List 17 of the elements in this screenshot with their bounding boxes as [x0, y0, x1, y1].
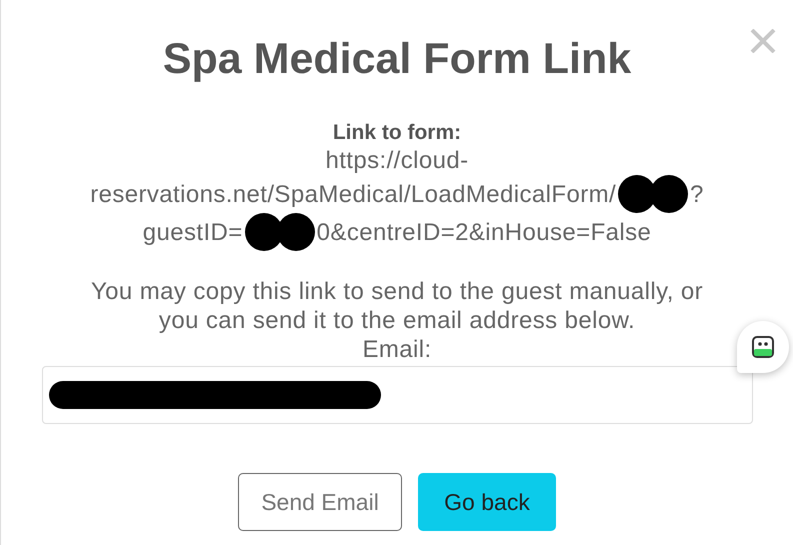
- message-text: you can send it to the email address below.: [158, 306, 636, 335]
- email-field[interactable]: [42, 366, 752, 424]
- message-text: You may copy this link to send to the guest manually, or: [90, 277, 704, 306]
- link-text: https://cloud-: [325, 146, 468, 175]
- redaction-mark: [244, 213, 315, 251]
- link-text: ?: [690, 180, 704, 208]
- link-label: Link to form:: [332, 120, 462, 146]
- go-back-button[interactable]: Go back: [418, 473, 556, 531]
- dialog-title: Spa Medical Form Link: [162, 34, 632, 84]
- link-text: 0&centreID=2&inHouse=False: [316, 218, 652, 246]
- link-text: reservations.net/SpaMedical/LoadMedicalForm/: [90, 180, 616, 208]
- link-text: guestID=: [142, 218, 243, 246]
- robot-icon: [751, 335, 775, 359]
- send-email-button[interactable]: Send Email: [238, 473, 402, 531]
- email-label: Email:: [362, 335, 432, 364]
- chat-widget-button[interactable]: [737, 321, 789, 373]
- redaction-mark: [618, 175, 688, 213]
